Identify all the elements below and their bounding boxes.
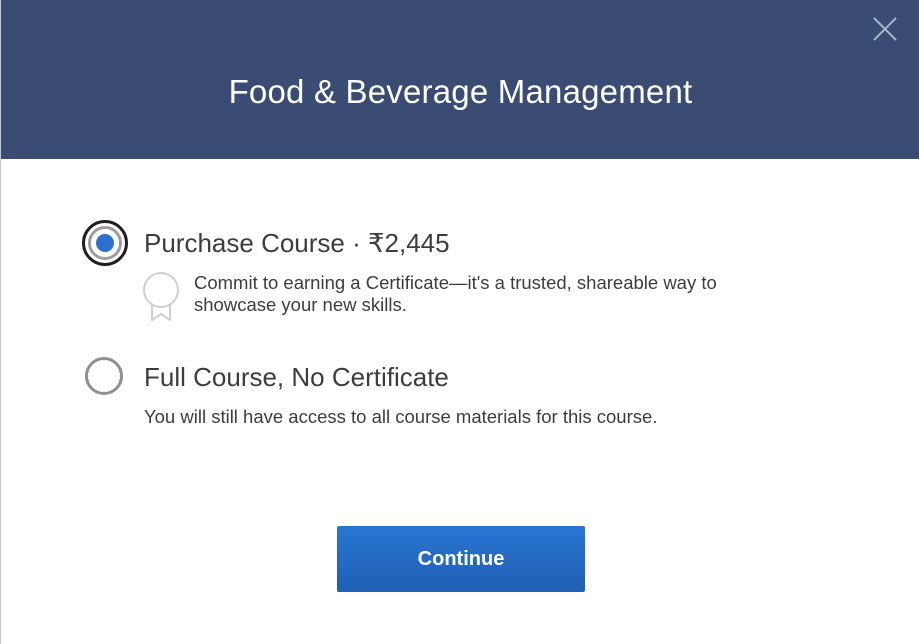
option-description-full-course-no-certificate: You will still have access to all course… xyxy=(144,406,658,427)
option-label-full-course-no-certificate[interactable]: Full Course, No Certificate xyxy=(144,360,449,394)
radio-full-course-no-certificate[interactable] xyxy=(85,357,123,395)
modal-title: Food & Beverage Management xyxy=(228,73,693,110)
enrollment-modal: Food & Beverage Management Purchase Cour… xyxy=(0,0,919,644)
continue-button[interactable]: Continue xyxy=(337,526,585,592)
close-button[interactable] xyxy=(871,15,899,43)
option-description-purchase-course: Commit to earning a Certificate—it's a t… xyxy=(194,272,717,315)
radio-selected-dot xyxy=(96,234,114,252)
option-label-purchase-course[interactable]: Purchase Course · ₹2,445 xyxy=(144,226,450,260)
close-icon[interactable] xyxy=(871,15,899,43)
radio-purchase-course[interactable] xyxy=(82,220,128,266)
modal-header: Food & Beverage Management xyxy=(1,0,919,159)
certificate-ribbon-icon xyxy=(143,272,179,321)
